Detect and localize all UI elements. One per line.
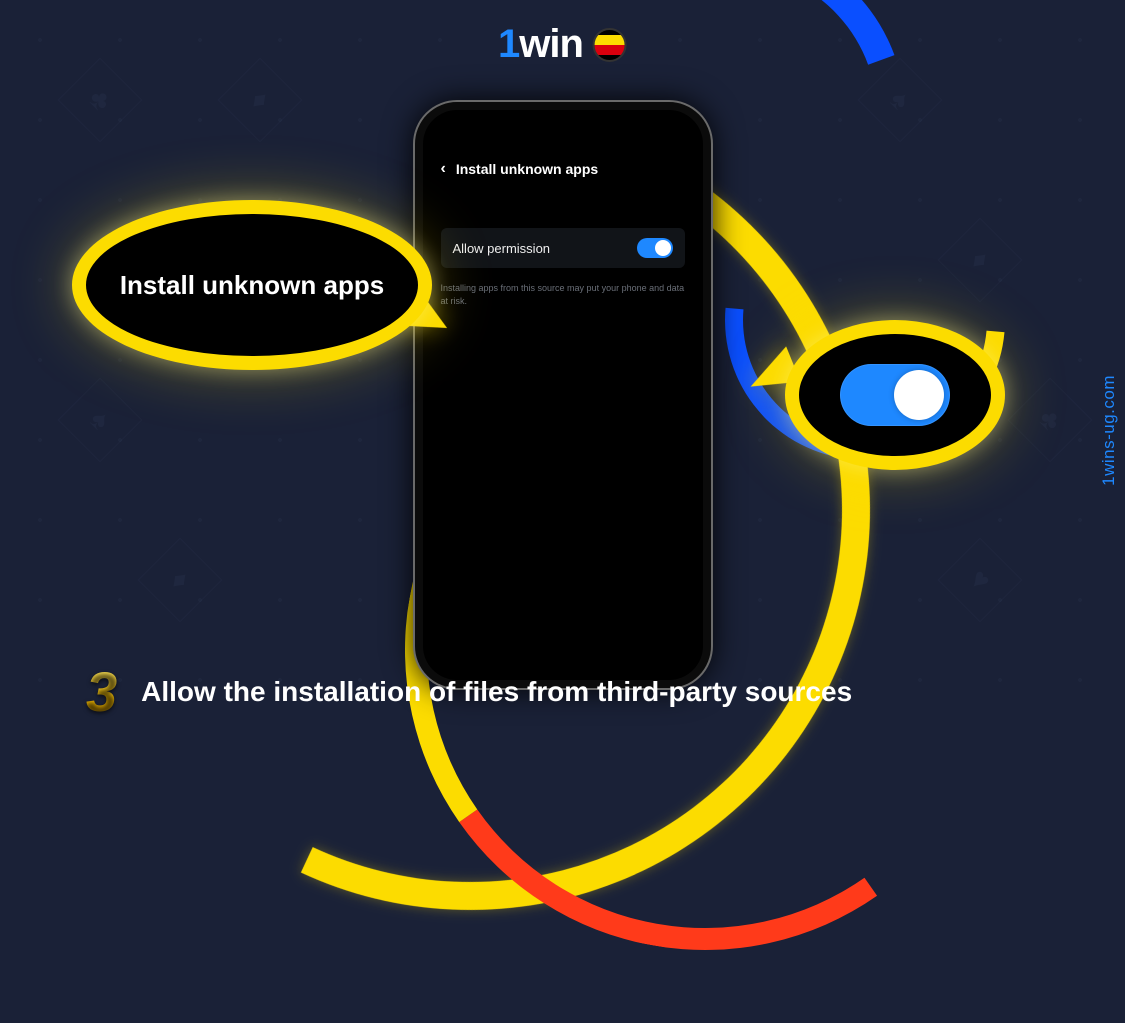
callout-toggle-zoom [785,320,1005,470]
uganda-flag-icon [593,28,627,62]
step-caption: 3 Allow the installation of files from t… [86,659,1065,724]
callout-left-text: Install unknown apps [120,270,384,301]
allow-permission-label: Allow permission [453,241,551,256]
allow-permission-toggle[interactable] [637,238,673,258]
permission-hint: Installing apps from this source may put… [441,282,685,307]
phone-screen: ‹ Install unknown apps Allow permission … [425,112,701,678]
chevron-left-icon[interactable]: ‹ [441,160,446,178]
allow-permission-row[interactable]: Allow permission [441,228,685,268]
step-text: Allow the installation of files from thi… [141,676,852,708]
settings-header: ‹ Install unknown apps [441,160,685,178]
toggle-on-icon [840,364,950,426]
step-number: 3 [86,659,117,724]
callout-install-unknown-apps: Install unknown apps [72,200,432,370]
site-watermark: 1wins-ug.com [1099,375,1119,486]
settings-title: Install unknown apps [456,161,598,177]
brand-logo: 1win [498,22,627,67]
brand-name: 1win [498,22,583,67]
phone-mockup: ‹ Install unknown apps Allow permission … [413,100,713,690]
